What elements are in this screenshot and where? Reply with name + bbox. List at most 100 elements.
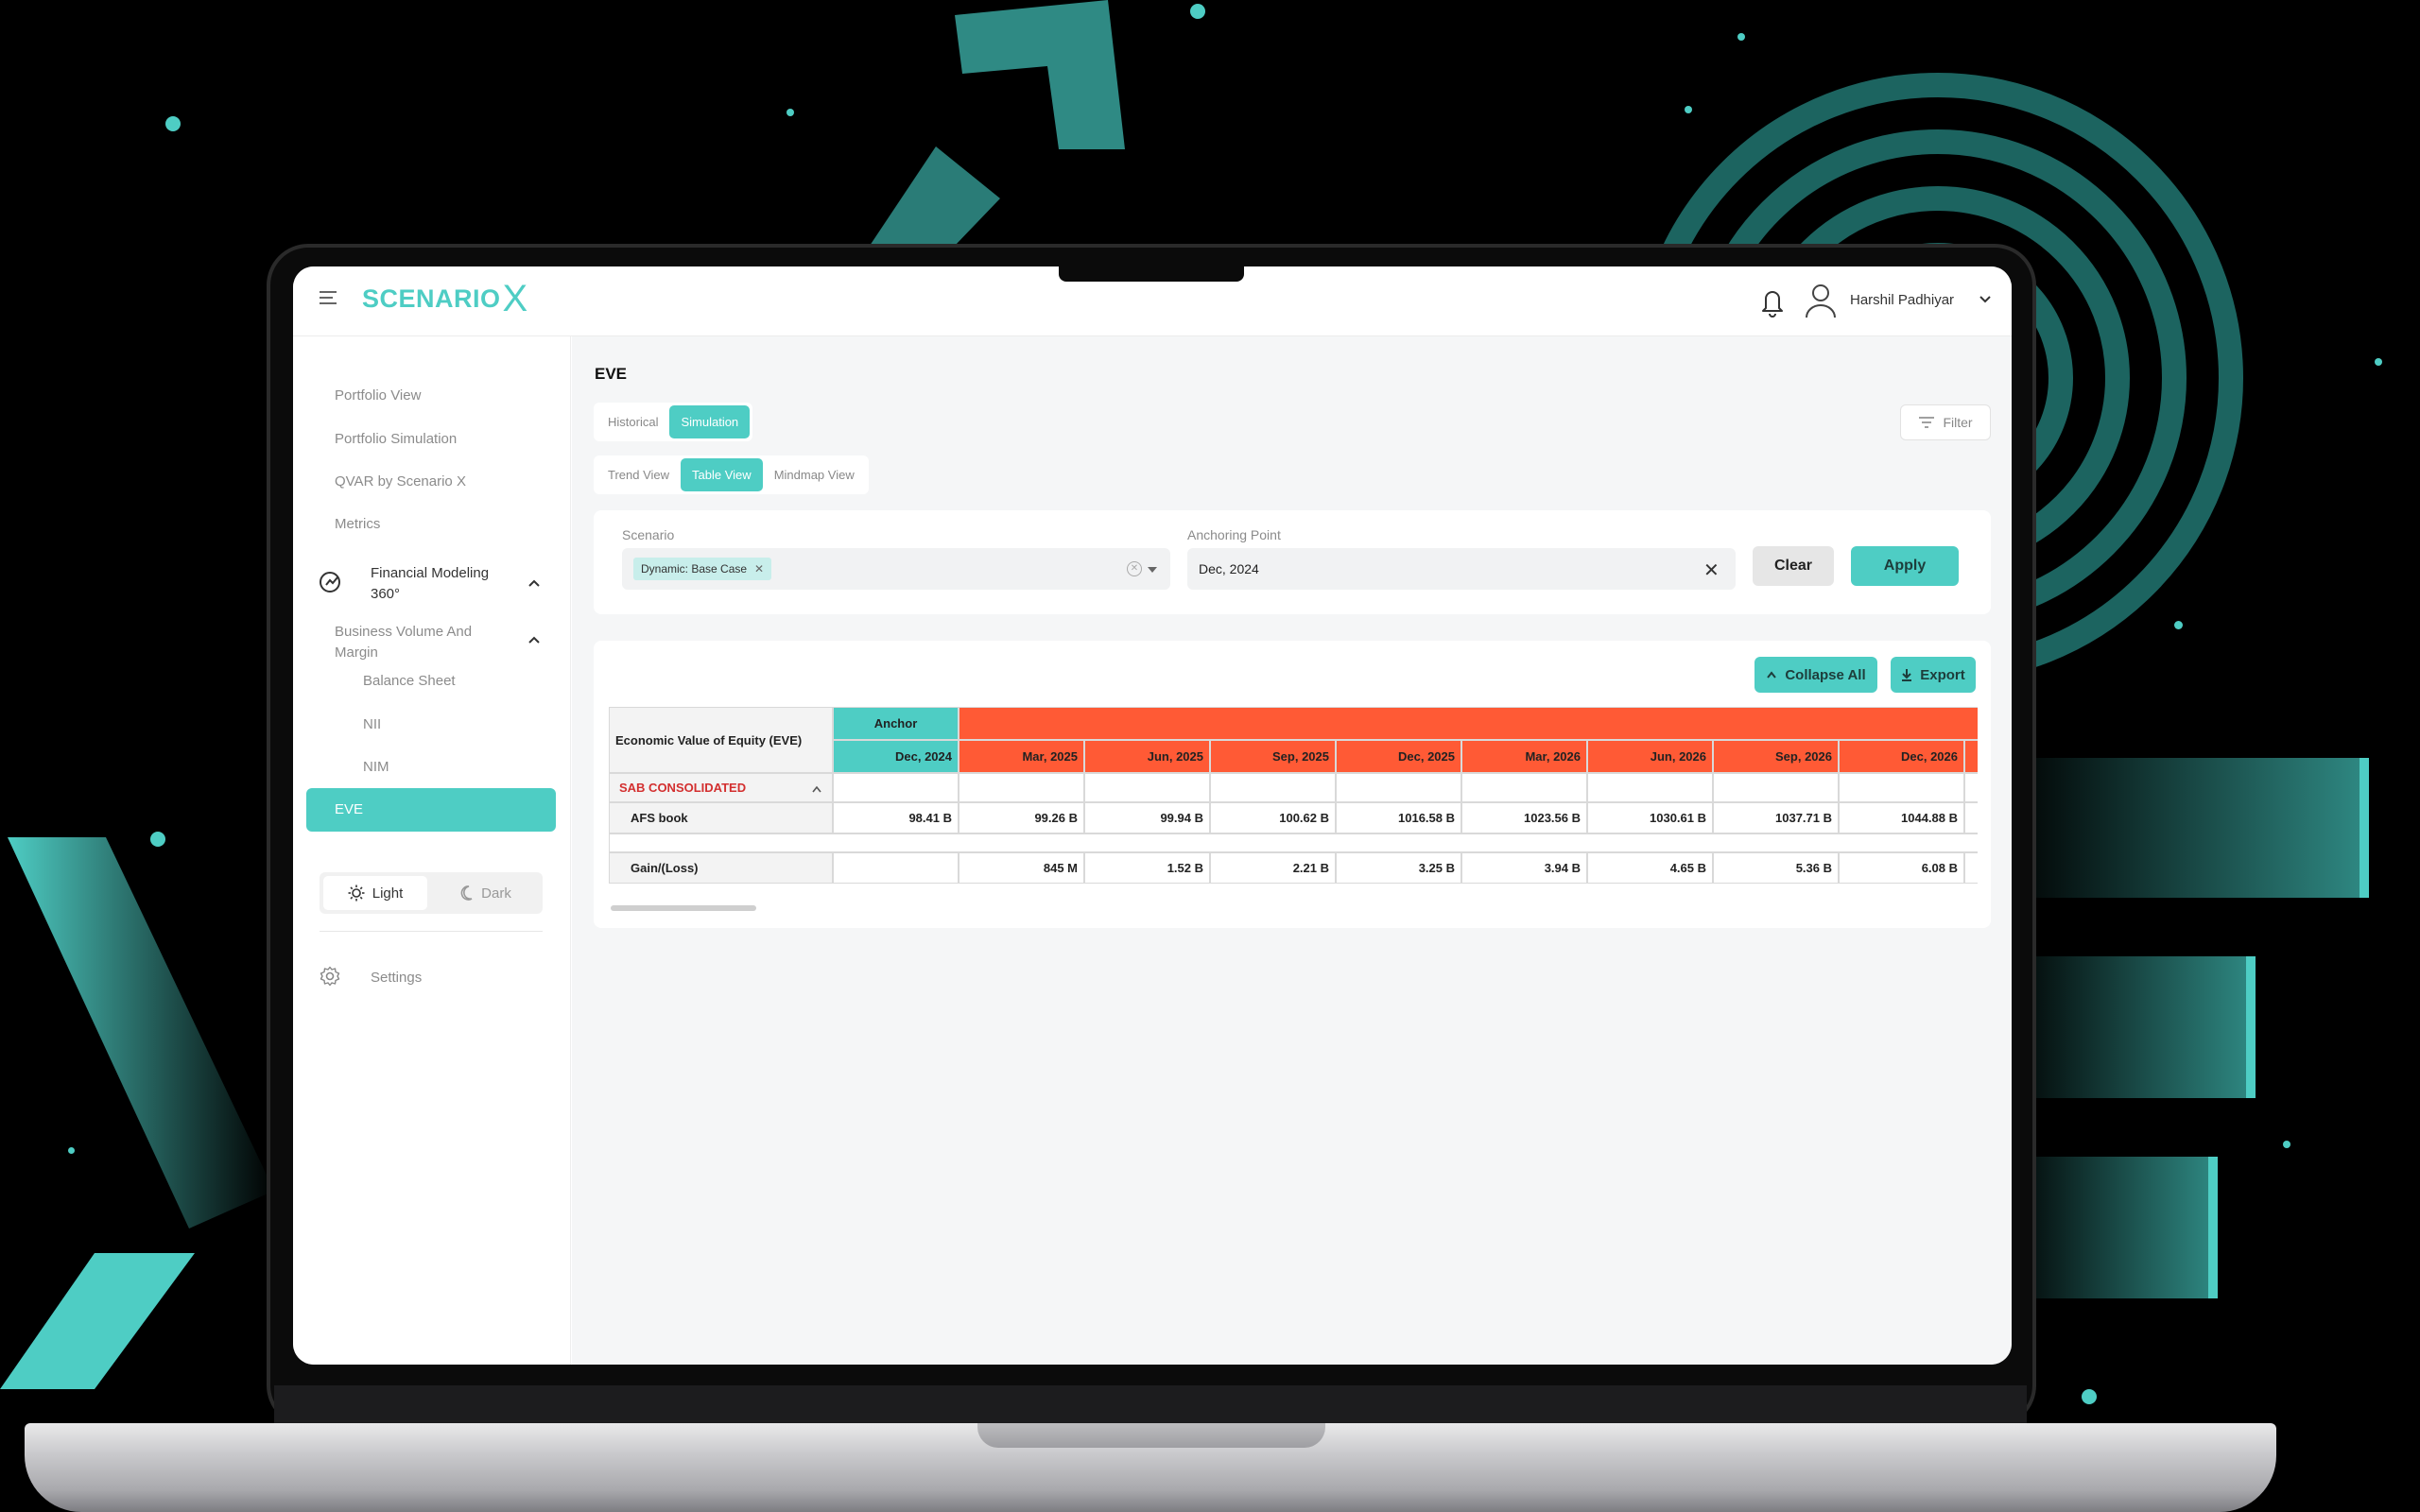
table-cell: 5.36 B <box>1713 852 1839 884</box>
theme-toggle: Light Dark <box>320 872 543 914</box>
table-cell: 1044.88 B <box>1839 802 1964 833</box>
theme-light-label: Light <box>372 885 404 902</box>
column-header: Jun, 2026 <box>1587 740 1713 773</box>
close-icon[interactable]: ✕ <box>1703 558 1720 582</box>
column-header: Sep, 2025 <box>1210 740 1336 773</box>
notification-bell-icon[interactable] <box>1758 285 1787 318</box>
tab-historical[interactable]: Historical <box>596 405 669 438</box>
chevron-up-icon[interactable] <box>527 635 541 644</box>
table-cell: 3.94 B <box>1461 852 1587 884</box>
chevron-down-icon[interactable] <box>1978 291 1993 308</box>
view-tabs: Trend View Table View Mindmap View <box>594 455 869 494</box>
table-cell <box>833 852 959 884</box>
tab-simulation[interactable]: Simulation <box>669 405 751 438</box>
column-header: Jun, 2025 <box>1084 740 1210 773</box>
chevron-up-icon[interactable] <box>527 578 541 588</box>
tab-trend-view[interactable]: Trend View <box>596 458 681 491</box>
table-cell <box>959 773 1084 802</box>
sun-icon <box>348 885 365 902</box>
table-cell: 98.41 B <box>833 802 959 833</box>
sidebar-item-eve[interactable]: EVE <box>306 788 556 832</box>
decor-dot <box>1190 4 1205 19</box>
table-cell: 2.21 B <box>1210 852 1336 884</box>
table-row-label: AFS book <box>609 802 833 833</box>
filter-icon <box>1919 417 1935 428</box>
moon-icon <box>460 885 473 901</box>
column-header: Dec, 2026 <box>1839 740 1964 773</box>
sidebar-item-portfolio-view[interactable]: Portfolio View <box>335 387 421 404</box>
sidebar-item-financial-modeling[interactable]: Financial Modeling 360° <box>371 563 503 605</box>
table-cell: 1.52 B <box>1084 852 1210 884</box>
sidebar-item-metrics[interactable]: Metrics <box>335 516 380 532</box>
table-cell <box>1964 773 1978 802</box>
sidebar-item-nii[interactable]: NII <box>363 716 381 732</box>
decor-dot <box>2375 358 2382 366</box>
sidebar: Portfolio View Portfolio Simulation QVAR… <box>293 336 571 1365</box>
anchoring-point-select[interactable]: Dec, 2024 ✕ <box>1187 548 1736 590</box>
export-label: Export <box>1920 666 1965 683</box>
main-content: EVE Historical Simulation Trend View Tab… <box>572 336 2012 1365</box>
table-cell <box>1084 773 1210 802</box>
theme-light-button[interactable]: Light <box>323 876 427 910</box>
eve-table: Economic Value of Equity (EVE) Anchor Dec,… <box>609 707 1978 896</box>
sidebar-item-settings[interactable]: Settings <box>371 970 422 986</box>
decor-dot <box>150 832 165 847</box>
anchor-group-header: Anchor <box>833 707 959 740</box>
horizontal-scrollbar[interactable] <box>611 905 756 911</box>
decor-dot <box>68 1147 75 1154</box>
chevron-up-icon[interactable] <box>811 784 822 794</box>
filter-button[interactable]: Filter <box>1900 404 1991 440</box>
export-button[interactable]: Export <box>1891 657 1976 693</box>
dropdown-arrow-icon[interactable] <box>1148 567 1157 573</box>
table-cell: 3.25 B <box>1336 852 1461 884</box>
financial-modeling-icon <box>320 572 340 593</box>
table-cell <box>1964 802 1978 833</box>
decor-dot <box>2174 621 2183 629</box>
filter-label: Filter <box>1943 415 1973 430</box>
anchoring-point-label: Anchoring Point <box>1187 527 1281 542</box>
decor-dot <box>1737 33 1745 41</box>
logo-mark: X <box>502 278 528 319</box>
user-name[interactable]: Harshil Padhiyar <box>1850 292 1954 308</box>
sidebar-item-portfolio-simulation[interactable]: Portfolio Simulation <box>335 431 457 447</box>
sidebar-item-nim[interactable]: NIM <box>363 759 389 775</box>
user-avatar-icon[interactable] <box>1804 282 1838 319</box>
scenario-select[interactable]: Dynamic: Base Case ✕ ✕ <box>622 548 1170 590</box>
decor-dot <box>2283 1141 2290 1148</box>
theme-dark-button[interactable]: Dark <box>433 876 537 910</box>
projection-group-header <box>959 707 1978 740</box>
table-panel: Collapse All Export Economic Value of Eq… <box>594 641 1991 928</box>
tab-table-view[interactable]: Table View <box>681 458 763 491</box>
logo-text: SCENARIO <box>362 284 501 313</box>
sidebar-item-qvar[interactable]: QVAR by Scenario X <box>335 473 466 490</box>
group-row-label[interactable]: SAB CONSOLIDATED <box>609 773 833 802</box>
clear-button[interactable]: Clear <box>1753 546 1834 586</box>
download-icon <box>1902 669 1912 681</box>
decor-dot <box>2082 1389 2097 1404</box>
table-cell <box>833 773 959 802</box>
table-cell <box>1713 773 1839 802</box>
collapse-all-label: Collapse All <box>1785 666 1866 683</box>
anchoring-point-value: Dec, 2024 <box>1199 561 1259 576</box>
table-row-label: Gain/(Loss) <box>609 852 833 884</box>
decor-dot <box>1685 106 1692 113</box>
decor-dot <box>165 116 181 131</box>
column-header-overflow <box>1964 740 1978 773</box>
table-cell: 99.94 B <box>1084 802 1210 833</box>
collapse-all-button[interactable]: Collapse All <box>1754 657 1877 693</box>
gear-icon[interactable] <box>320 966 340 987</box>
clear-circle-icon[interactable]: ✕ <box>1127 561 1142 576</box>
sidebar-item-business-volume[interactable]: Business Volume And Margin <box>335 622 495 663</box>
table-cell: 99.26 B <box>959 802 1084 833</box>
chip-remove-icon[interactable]: ✕ <box>754 562 764 576</box>
sidebar-item-balance-sheet[interactable]: Balance Sheet <box>363 673 456 689</box>
filter-panel: Scenario Dynamic: Base Case ✕ ✕ Anchorin… <box>594 510 1991 614</box>
table-cell <box>1587 773 1713 802</box>
apply-button[interactable]: Apply <box>1851 546 1959 586</box>
tab-mindmap-view[interactable]: Mindmap View <box>763 458 866 491</box>
camera-notch <box>1059 266 1244 282</box>
scenario-chip: Dynamic: Base Case ✕ <box>633 558 772 580</box>
table-cell: 1023.56 B <box>1461 802 1587 833</box>
hamburger-menu-icon[interactable] <box>320 291 337 308</box>
scenario-chip-label: Dynamic: Base Case <box>641 562 748 576</box>
